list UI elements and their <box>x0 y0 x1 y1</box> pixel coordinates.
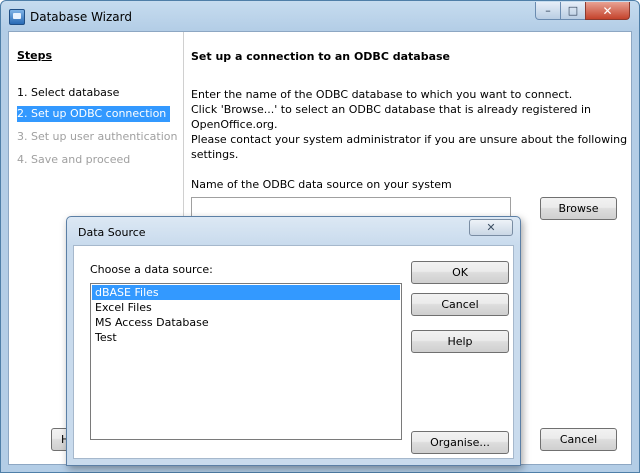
list-item[interactable]: Excel Files <box>92 300 400 315</box>
steps-heading: Steps <box>17 49 53 62</box>
maximize-button[interactable]: □ <box>560 2 586 20</box>
step-select-database[interactable]: 1. Select database <box>17 85 121 101</box>
list-item[interactable]: dBASE Files <box>92 285 400 300</box>
choose-data-source-label: Choose a data source: <box>90 263 213 276</box>
close-button[interactable]: ✕ <box>585 2 630 20</box>
organise-button[interactable]: Organise... <box>411 431 509 454</box>
dialog-close-button[interactable]: ✕ <box>469 219 513 236</box>
instructions-line: Please contact your system administrator… <box>191 133 628 146</box>
database-app-icon <box>9 9 25 25</box>
odbc-source-label: Name of the ODBC data source on your sys… <box>191 178 452 191</box>
list-item[interactable]: Test <box>92 330 400 345</box>
data-source-list[interactable]: dBASE Files Excel Files MS Access Databa… <box>90 283 402 440</box>
dialog-help-button[interactable]: Help <box>411 330 509 353</box>
minimize-button[interactable]: – <box>535 2 561 20</box>
instructions-text: Enter the name of the ODBC database to w… <box>191 87 628 162</box>
list-item[interactable]: MS Access Database <box>92 315 400 330</box>
step-save-and-proceed: 4. Save and proceed <box>17 153 131 166</box>
dialog-body: Choose a data source: dBASE Files Excel … <box>73 245 514 459</box>
browse-button[interactable]: Browse <box>540 197 617 220</box>
title-bar[interactable]: Database Wizard – □ ✕ <box>1 1 639 31</box>
window-title: Database Wizard <box>30 10 132 24</box>
page-title: Set up a connection to an ODBC database <box>191 50 451 63</box>
instructions-line: settings. <box>191 148 239 161</box>
instructions-line: Enter the name of the ODBC database to w… <box>191 88 573 101</box>
step-setup-odbc-connection[interactable]: 2. Set up ODBC connection <box>17 106 171 122</box>
dialog-title: Data Source <box>78 226 146 239</box>
dialog-cancel-button[interactable]: Cancel <box>411 293 509 316</box>
ok-button[interactable]: OK <box>411 261 509 284</box>
instructions-line: Click 'Browse...' to select an ODBC data… <box>191 103 592 116</box>
step-user-authentication: 3. Set up user authentication <box>17 130 178 143</box>
cancel-button[interactable]: Cancel <box>540 428 617 451</box>
instructions-line: OpenOffice.org. <box>191 118 278 131</box>
data-source-dialog: Data Source ✕ Choose a data source: dBAS… <box>66 216 521 466</box>
